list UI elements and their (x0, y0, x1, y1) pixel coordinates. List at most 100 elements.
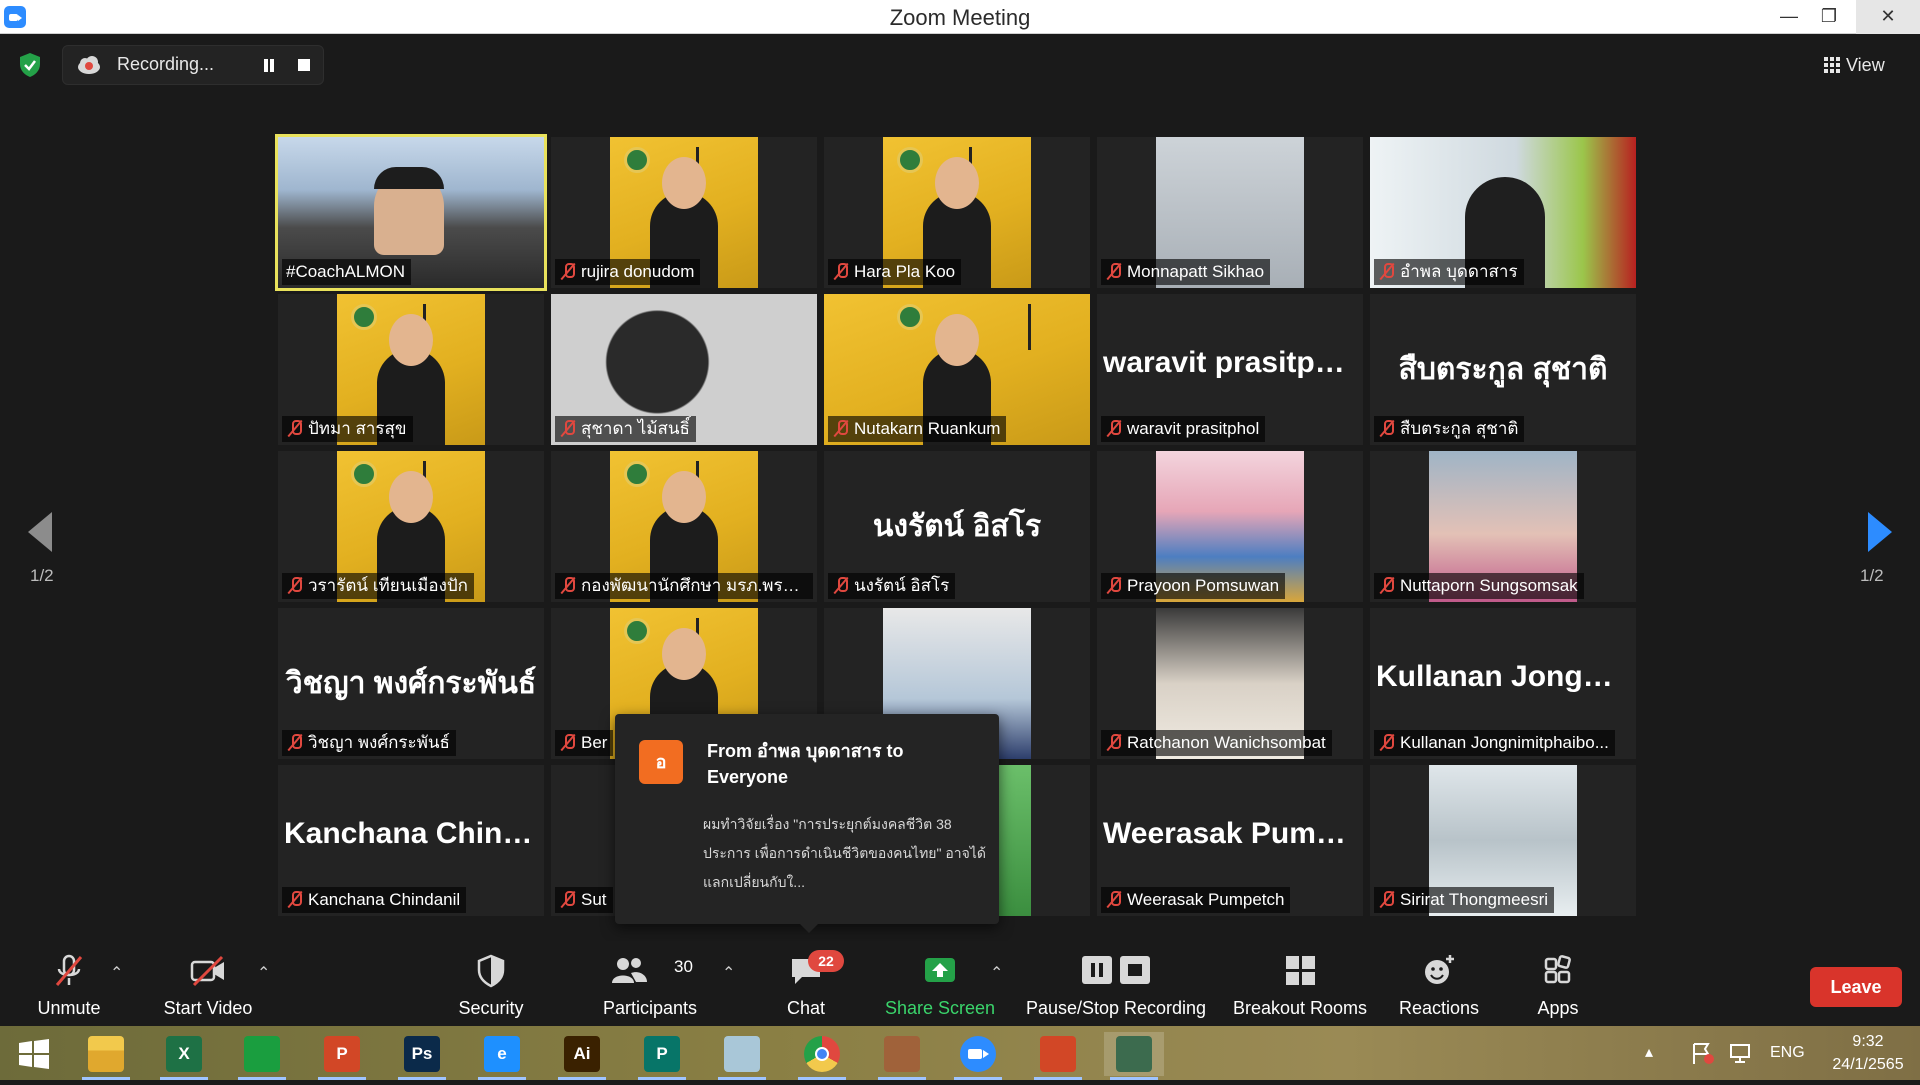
illustrator-icon[interactable]: Ai (552, 1032, 612, 1080)
store-icon[interactable] (232, 1032, 292, 1080)
muted-mic-icon (1378, 576, 1396, 594)
participant-tile[interactable]: Sirirat Thongmeesri (1370, 765, 1636, 916)
reactions-button[interactable]: Reactions (1394, 941, 1484, 1026)
participant-tile[interactable]: วรารัตน์ เทียนเมืองปัก (278, 451, 544, 602)
participant-name-label: Ber (555, 730, 614, 756)
participant-tile[interactable]: อำพล บุดดาสาร (1370, 137, 1636, 288)
participant-name-label: Hara Pla Koo (828, 259, 962, 285)
network-icon[interactable] (1728, 1026, 1754, 1080)
participant-tile[interactable]: สืบตระกูล สุชาติ สืบตระกูล สุชาติ (1370, 294, 1636, 445)
participant-name-label: อำพล บุดดาสาร (1374, 259, 1524, 285)
muted-mic-icon (559, 890, 577, 908)
participant-tile[interactable]: waravit prasitphol waravit prasitphol (1097, 294, 1363, 445)
participant-name-label: Prayoon Pomsuwan (1101, 573, 1286, 599)
share-screen-icon (925, 958, 955, 982)
participant-name-label: วรารัตน์ เทียนเมืองปัก (282, 573, 474, 599)
start-video-label: Start Video (163, 998, 253, 1018)
internet-explorer-icon[interactable]: e (472, 1032, 532, 1080)
participant-tile[interactable]: Monnapatt Sikhao (1097, 137, 1363, 288)
previous-page-arrow[interactable] (22, 508, 62, 554)
unmute-button[interactable]: Unmute (18, 941, 120, 1026)
participant-tile[interactable]: Kullanan Jongni... Kullanan Jongnimitphai… (1370, 608, 1636, 759)
participant-tile[interactable]: ปัทมา สารสุข (278, 294, 544, 445)
windows-start-icon[interactable] (4, 1032, 64, 1076)
apps-button[interactable]: Apps (1520, 941, 1596, 1026)
apps-icon (1544, 955, 1571, 984)
clock-time: 9:32 (1852, 1033, 1884, 1050)
participant-name: Kullanan Jongnimitphaibo... (1400, 733, 1609, 752)
breakout-rooms-button[interactable]: Breakout Rooms (1228, 941, 1372, 1026)
participant-name: Hara Pla Koo (854, 262, 956, 281)
restore-button[interactable]: ❐ (1806, 0, 1852, 34)
chat-unread-badge: 22 (808, 950, 844, 972)
participant-display-name: Kullanan Jongni... (1376, 660, 1635, 693)
participant-tile[interactable]: #CoachALMON (275, 134, 547, 291)
participant-name: สุชาดา ไม้สนธิ์ (581, 419, 690, 438)
excel-icon[interactable]: X (154, 1032, 214, 1080)
participant-tile[interactable]: Nuttaporn Sungsomsak (1370, 451, 1636, 602)
participant-name: #CoachALMON (286, 262, 406, 281)
participant-tile[interactable]: Kanchana Chind... Kanchana Chindanil (278, 765, 544, 916)
participant-tile[interactable]: Hara Pla Koo (824, 137, 1090, 288)
share-options-caret[interactable]: ⌃ (990, 963, 1004, 982)
chat-notification[interactable]: อ From อำพล บุดดาสาร to Everyone ผมทำวิจ… (615, 714, 999, 933)
participant-tile[interactable]: นงรัตน์ อิสโร นงรัตน์ อิสโร (824, 451, 1090, 602)
pause-stop-recording-button[interactable]: Pause/Stop Recording (1024, 941, 1208, 1026)
participants-button[interactable]: 30 Participants (598, 941, 702, 1026)
recording-label: Recording... (117, 54, 215, 74)
participants-options-caret[interactable]: ⌃ (722, 963, 736, 982)
muted-mic-icon (559, 419, 577, 437)
video-options-caret[interactable]: ⌃ (257, 963, 271, 982)
participant-tile[interactable]: Prayoon Pomsuwan (1097, 451, 1363, 602)
participant-name: Ratchanon Wanichsombat (1127, 733, 1326, 752)
participant-tile[interactable]: สุชาดา ไม้สนธิ์ (551, 294, 817, 445)
action-center-flag-icon[interactable] (1690, 1026, 1716, 1080)
paint-app-icon[interactable] (872, 1032, 932, 1080)
participant-name-label: สืบตระกูล สุชาติ (1374, 416, 1525, 442)
muted-mic-icon (832, 262, 850, 280)
muted-mic-icon (1378, 733, 1396, 751)
participant-name-label: Kanchana Chindanil (282, 887, 467, 913)
file-explorer-icon[interactable] (76, 1032, 136, 1080)
participant-name: waravit prasitphol (1127, 419, 1260, 438)
shield-icon[interactable] (18, 52, 42, 78)
participant-tile[interactable]: Nutakarn Ruankum (824, 294, 1090, 445)
photoshop-icon[interactable]: Ps (392, 1032, 452, 1080)
participant-name-label: Nuttaporn Sungsomsak (1374, 573, 1584, 599)
powerpoint-slideshow-icon[interactable] (1028, 1032, 1088, 1080)
participant-display-name: Weerasak Pump... (1103, 817, 1360, 850)
powerpoint-icon[interactable]: P (312, 1032, 372, 1080)
participant-tile[interactable]: วิชญา พงศ์กระพันธ์ วิชญา พงศ์กระพันธ์ (278, 608, 544, 759)
leave-button[interactable]: Leave (1810, 967, 1902, 1007)
participant-tile[interactable]: Ratchanon Wanichsombat (1097, 608, 1363, 759)
unmute-label: Unmute (37, 998, 101, 1018)
participant-tile[interactable]: กองพัฒนานักศึกษา มรภ.พระนคร (551, 451, 817, 602)
security-button[interactable]: Security (446, 941, 536, 1026)
start-video-button[interactable]: Start Video (150, 941, 266, 1026)
participant-tile[interactable]: Weerasak Pump... Weerasak Pumpetch (1097, 765, 1363, 916)
pause-recording-icon[interactable] (258, 55, 280, 77)
participant-name: Prayoon Pomsuwan (1127, 576, 1280, 595)
next-page-arrow[interactable] (1862, 508, 1902, 554)
audio-options-caret[interactable]: ⌃ (110, 963, 124, 982)
muted-microphone-icon (55, 954, 83, 986)
participant-name-label: Monnapatt Sikhao (1101, 259, 1271, 285)
stop-recording-icon[interactable] (298, 59, 310, 71)
view-button[interactable]: View (1824, 47, 1904, 83)
reactions-label: Reactions (1398, 998, 1480, 1018)
participant-name-label: #CoachALMON (282, 259, 412, 285)
muted-mic-icon (1378, 419, 1396, 437)
zoom-meeting-window-icon[interactable] (1104, 1032, 1164, 1080)
participant-name: Nuttaporn Sungsomsak (1400, 576, 1578, 595)
participant-tile[interactable]: rujira donudom (551, 137, 817, 288)
window-titlebar: Zoom Meeting — ❐ ✕ (0, 0, 1920, 34)
taskbar-clock[interactable]: 9:32 24/1/2565 (1822, 1030, 1914, 1076)
publisher-icon[interactable]: P (632, 1032, 692, 1080)
share-screen-button[interactable]: Share Screen (880, 941, 1000, 1026)
close-button[interactable]: ✕ (1856, 0, 1920, 34)
language-indicator[interactable]: ENG (1770, 1026, 1805, 1080)
zoom-icon[interactable] (948, 1032, 1008, 1080)
notes-app-icon[interactable] (712, 1032, 772, 1080)
chrome-icon[interactable] (792, 1032, 852, 1080)
tray-overflow-chevron[interactable]: ▴ (1645, 1026, 1653, 1080)
